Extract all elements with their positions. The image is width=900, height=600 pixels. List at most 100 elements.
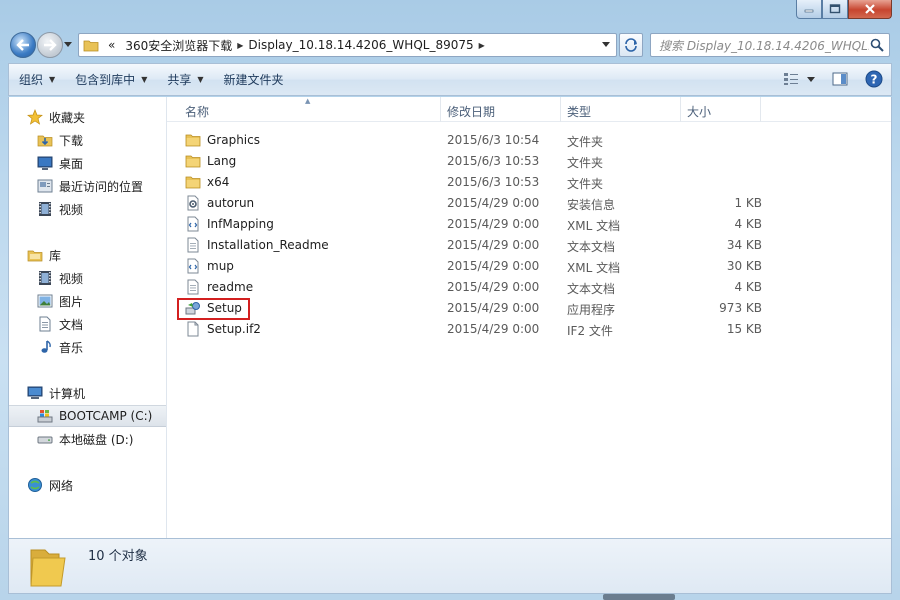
file-row-installation-readme[interactable]: Installation_Readme 2015/4/29 0:00 文本文档 … <box>177 235 877 256</box>
file-row-infmapping[interactable]: InfMapping 2015/4/29 0:00 XML 文档 4 KB <box>177 214 877 235</box>
search-box[interactable]: 搜索 Display_10.18.14.4206_WHQL... <box>650 33 890 57</box>
folder-icon <box>185 134 201 147</box>
xml-document-icon <box>187 258 199 274</box>
breadcrumb-downloads[interactable]: 360安全浏览器下载 <box>125 37 232 54</box>
forward-button[interactable] <box>37 32 63 58</box>
sidebar-libraries-label: 库 <box>49 248 62 263</box>
sidebar-item-label: BOOTCAMP (C:) <box>59 409 153 423</box>
sidebar-item-pictures[interactable]: 图片 <box>37 290 166 312</box>
maximize-button[interactable] <box>822 0 848 19</box>
sidebar-item-video[interactable]: 视频 <box>37 198 166 220</box>
sidebar-item-label: 下载 <box>59 133 84 148</box>
file-row-autorun[interactable]: autorun 2015/4/29 0:00 安装信息 1 KB <box>177 193 877 214</box>
search-icon[interactable] <box>870 38 884 52</box>
share-button[interactable]: 共享 ▼ <box>157 64 213 95</box>
sidebar-item-label: 文档 <box>59 317 84 332</box>
new-folder-label: 新建文件夹 <box>223 73 284 87</box>
file-row-x64[interactable]: x64 2015/6/3 10:53 文件夹 <box>177 172 877 193</box>
breadcrumb-separator-icon[interactable]: ▶ <box>479 41 485 50</box>
chevron-down-icon: ▼ <box>49 75 56 84</box>
address-dropdown-icon[interactable] <box>602 42 610 47</box>
column-header-type[interactable]: 类型 <box>567 103 591 120</box>
taskbar-indicator <box>603 594 675 600</box>
file-row-setup[interactable]: Setup 2015/4/29 0:00 应用程序 973 KB <box>177 298 877 319</box>
address-bar[interactable]: « 360安全浏览器下载 ▶ Display_10.18.14.4206_WHQ… <box>78 33 617 57</box>
file-row-graphics[interactable]: Graphics 2015/6/3 10:54 文件夹 <box>177 130 877 151</box>
column-header-size[interactable]: 大小 <box>687 103 711 120</box>
video-icon <box>37 201 53 217</box>
file-row-lang[interactable]: Lang 2015/6/3 10:53 文件夹 <box>177 151 877 172</box>
column-divider[interactable] <box>440 97 441 122</box>
sidebar-computer-label: 计算机 <box>49 386 86 401</box>
refresh-button[interactable] <box>619 33 643 57</box>
close-button[interactable] <box>848 0 892 19</box>
file-row-mup[interactable]: mup 2015/4/29 0:00 XML 文档 30 KB <box>177 256 877 277</box>
navigation-pane: 收藏夹 下载 桌面 最近访问的位置 视频 库 视频 图片 文档 音乐 计算机 B… <box>9 97 167 538</box>
preview-pane-button[interactable] <box>829 68 851 90</box>
breadcrumb-current-folder[interactable]: Display_10.18.14.4206_WHQL_89075 <box>248 38 473 52</box>
minimize-button[interactable] <box>796 0 822 19</box>
column-header-date[interactable]: 修改日期 <box>447 103 495 120</box>
sidebar-item-local-disk-d[interactable]: 本地磁盘 (D:) <box>37 428 166 450</box>
organize-button[interactable]: 组织 ▼ <box>9 64 65 95</box>
sidebar-item-recent-places[interactable]: 最近访问的位置 <box>37 175 166 197</box>
sidebar-item-music[interactable]: 音乐 <box>37 336 166 358</box>
file-row-setup-if2[interactable]: Setup.if2 2015/4/29 0:00 IF2 文件 15 KB <box>177 319 877 340</box>
file-type: 文件夹 <box>567 156 604 170</box>
include-library-label: 包含到库中 <box>75 73 136 87</box>
sidebar-favorites[interactable]: 收藏夹 <box>27 106 166 128</box>
change-view-button[interactable] <box>781 68 817 90</box>
column-divider[interactable] <box>560 97 561 122</box>
file-date: 2015/4/29 0:00 <box>447 259 540 273</box>
explorer-body: 收藏夹 下载 桌面 最近访问的位置 视频 库 视频 图片 文档 音乐 计算机 B… <box>8 97 892 538</box>
file-size: 4 KB <box>734 217 762 231</box>
file-name: x64 <box>207 175 230 189</box>
recent-pages-dropdown-icon[interactable] <box>64 42 72 47</box>
sidebar-item-bootcamp-drive[interactable]: BOOTCAMP (C:) <box>9 405 166 427</box>
column-header-name[interactable]: 名称 <box>185 103 209 120</box>
file-date: 2015/6/3 10:54 <box>447 133 540 147</box>
file-date: 2015/6/3 10:53 <box>447 154 540 168</box>
breadcrumb-separator-icon[interactable]: ▶ <box>237 41 243 50</box>
help-icon: ? <box>865 70 883 88</box>
file-list: ▲ 名称 修改日期 类型 大小 Graphics 2015/6/3 10:54 … <box>167 97 891 538</box>
text-document-icon <box>187 279 199 295</box>
sidebar-libraries[interactable]: 库 <box>27 244 166 266</box>
close-icon <box>865 4 875 14</box>
include-in-library-button[interactable]: 包含到库中 ▼ <box>65 64 157 95</box>
sidebar-item-lib-video[interactable]: 视频 <box>37 267 166 289</box>
sidebar-item-documents[interactable]: 文档 <box>37 313 166 335</box>
search-placeholder[interactable]: 搜索 Display_10.18.14.4206_WHQL... <box>659 37 869 54</box>
maximize-icon <box>829 4 841 14</box>
file-type: 文件夹 <box>567 177 604 191</box>
column-divider[interactable] <box>680 97 681 122</box>
recent-places-icon <box>37 178 53 194</box>
help-button[interactable]: ? <box>863 68 885 90</box>
chevron-down-icon <box>807 76 815 82</box>
new-folder-button[interactable]: 新建文件夹 <box>214 64 294 95</box>
file-date: 2015/4/29 0:00 <box>447 301 540 315</box>
title-bar <box>0 0 900 28</box>
file-row-readme[interactable]: readme 2015/4/29 0:00 文本文档 4 KB <box>177 277 877 298</box>
svg-text:?: ? <box>871 73 878 87</box>
command-bar: 组织 ▼ 包含到库中 ▼ 共享 ▼ 新建文件夹 ? <box>8 63 892 96</box>
file-name: autorun <box>207 196 255 210</box>
column-divider[interactable] <box>760 97 761 122</box>
sidebar-network[interactable]: 网络 <box>27 474 166 496</box>
sidebar-item-downloads[interactable]: 下载 <box>37 129 166 151</box>
folder-icon <box>185 176 201 189</box>
file-size: 973 KB <box>719 301 762 315</box>
file-name: Installation_Readme <box>207 238 329 252</box>
back-button[interactable] <box>10 32 36 58</box>
address-overflow-chevron[interactable]: « <box>108 38 115 52</box>
hard-drive-icon <box>37 431 53 447</box>
sidebar-item-desktop[interactable]: 桌面 <box>37 152 166 174</box>
back-arrow-icon <box>16 39 29 51</box>
sidebar-favorites-label: 收藏夹 <box>49 110 86 125</box>
details-view-icon <box>784 73 798 85</box>
sidebar-computer[interactable]: 计算机 <box>27 382 166 404</box>
preview-pane-icon <box>832 72 848 86</box>
documents-icon <box>37 316 53 332</box>
chevron-down-icon: ▼ <box>141 75 148 84</box>
folder-icon <box>185 155 201 168</box>
